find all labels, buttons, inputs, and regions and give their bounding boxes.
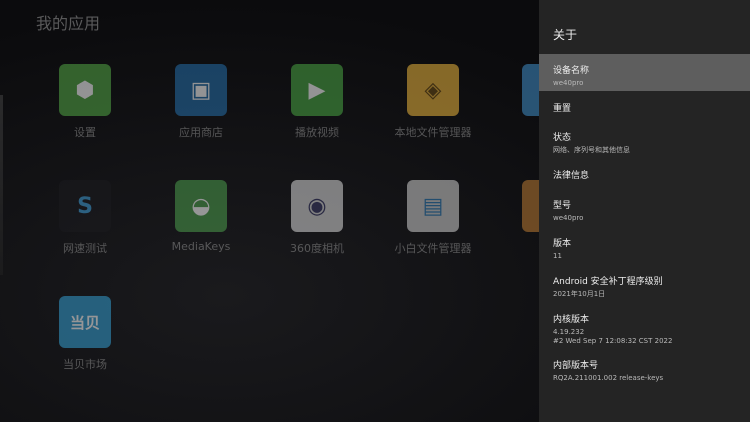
tv-screen: 我的应用 ⬢ 设置 ▣ 应用商店 ▶ 播放视频 ◈ 本地文件管理器 S 网速测试… [0,0,750,422]
app-tile-video-player[interactable]: ▶ 播放视频 [272,64,362,140]
app-tile-dangbei-market[interactable]: 当贝 当贝市场 [40,296,130,372]
speed-icon: S [59,180,111,232]
item-title: 重置 [553,104,572,114]
settings-item-device-name[interactable]: 设备名称 we40pro [539,54,750,91]
app-tile-app-store[interactable]: ▣ 应用商店 [156,64,246,140]
settings-item-security-patch[interactable]: Android 安全补丁程序级别 2021年10月1日 [539,266,750,304]
camera-icon: ◉ [291,180,343,232]
settings-item-model[interactable]: 型号 we40pro [539,190,750,228]
app-launcher: 我的应用 ⬢ 设置 ▣ 应用商店 ▶ 播放视频 ◈ 本地文件管理器 S 网速测试… [0,0,540,422]
item-title: 内部版本号 [553,361,599,371]
app-label: 设置 [74,126,96,139]
item-value: 2021年10月1日 [553,290,606,298]
item-value: we40pro [553,79,584,87]
settings-item-reset[interactable]: 重置 [539,92,750,122]
item-value: RQ2A.211001.002 release-keys [553,374,664,382]
app-tile-settings[interactable]: ⬢ 设置 [40,64,130,140]
app-label: 网速测试 [63,242,107,255]
app-tile-partial[interactable] [504,64,540,116]
item-title: 设备名称 [553,66,590,76]
dangbei-icon: 当贝 [59,296,111,348]
gear-icon: ⬢ [59,64,111,116]
app-tile-partial[interactable] [504,180,540,232]
settings-item-legal[interactable]: 法律信息 [539,160,750,190]
files-icon: ▤ [407,180,459,232]
item-title: 版本 [553,239,572,249]
item-value: 11 [553,252,562,260]
item-title: 内核版本 [553,315,590,325]
folder-icon: ◈ [407,64,459,116]
app-label: 应用商店 [179,126,223,139]
item-title: 型号 [553,201,572,211]
app-label: 当贝市场 [63,358,107,371]
item-subtitle: 网络、序列号和其他信息 [553,146,630,154]
app-label: 本地文件管理器 [394,126,472,139]
app-tile-360-camera[interactable]: ◉ 360度相机 [272,180,362,256]
app-label: 360度相机 [290,242,344,255]
item-title: Android 安全补丁程序级别 [553,277,663,287]
item-title: 法律信息 [553,171,590,181]
app-label: MediaKeys [171,240,231,253]
about-settings-panel: 关于 设备名称 we40pro 重置 状态 网络、序列号和其他信息 法律信息 型… [539,0,750,422]
bag-icon: ▣ [175,64,227,116]
app-icon [522,64,540,116]
settings-item-version[interactable]: 版本 11 [539,228,750,266]
item-value-detail: #2 Wed Sep 7 12:08:32 CST 2022 [553,337,673,345]
item-value: 4.19.232 [553,328,585,336]
item-title: 状态 [553,133,572,143]
app-label: 播放视频 [295,126,339,139]
settings-item-kernel-version[interactable]: 内核版本 4.19.232 #2 Wed Sep 7 12:08:32 CST … [539,304,750,350]
settings-item-build-number[interactable]: 内部版本号 RQ2A.211001.002 release-keys [539,350,750,388]
page-title: 我的应用 [36,14,101,33]
app-label: 小白文件管理器 [394,242,472,255]
app-tile-file-manager[interactable]: ◈ 本地文件管理器 [388,64,478,140]
app-tile-speed-test[interactable]: S 网速测试 [40,180,130,256]
android-icon: ◒ [175,180,227,232]
app-tile-xiaobai-files[interactable]: ▤ 小白文件管理器 [388,180,478,256]
edge-indicator [0,95,3,275]
app-tile-mediakeys[interactable]: ◒ MediaKeys [156,180,246,253]
play-icon: ▶ [291,64,343,116]
item-value: we40pro [553,214,584,222]
app-icon [522,180,540,232]
settings-item-status[interactable]: 状态 网络、序列号和其他信息 [539,122,750,160]
panel-title: 关于 [553,28,578,42]
